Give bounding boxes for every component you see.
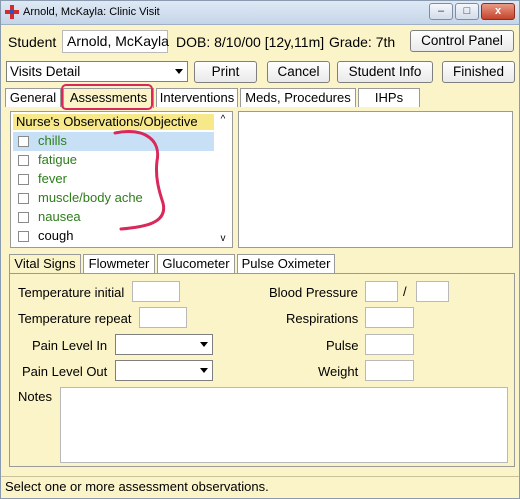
restore-button[interactable]: □ [455,3,479,20]
respirations-input[interactable] [365,307,414,328]
annotation-bracket [113,130,166,231]
cancel-button[interactable]: Cancel [267,61,330,83]
checkbox[interactable] [18,193,29,204]
blood-pressure-systolic-input[interactable] [365,281,398,302]
assessments-tab-highlight [61,84,153,110]
clinic-visit-window: Arnold, McKayla: Clinic Visit – □ x Stud… [0,0,520,499]
tab-meds-procedures[interactable]: Meds, Procedures [240,88,356,107]
view-select-value: Visits Detail [10,64,81,79]
blood-pressure-label: Blood Pressure [269,285,358,300]
minimize-button[interactable]: – [429,3,453,20]
tab-ihps[interactable]: IHPs [358,88,420,107]
observation-label: fever [38,171,67,186]
observation-label: nausea [38,209,81,224]
respirations-label: Respirations [286,311,359,326]
checkbox[interactable] [18,155,29,166]
tab-flowmeter[interactable]: Flowmeter [83,254,155,273]
app-cross-icon [5,5,19,19]
blood-pressure-diastolic-input[interactable] [416,281,449,302]
finished-button[interactable]: Finished [442,61,515,83]
control-panel-button[interactable]: Control Panel [410,30,514,52]
pain-level-out-label: Pain Level Out [22,364,108,379]
temperature-repeat-label: Temperature repeat [18,311,132,326]
observation-label: cough [38,228,74,243]
dob-text: DOB: 8/10/00 [12y,11m] [176,34,325,50]
tab-vital-signs[interactable]: Vital Signs [9,254,81,274]
notes-label: Notes [18,389,52,404]
pulse-input[interactable] [365,334,414,355]
pulse-label: Pulse [326,338,359,353]
student-info-button[interactable]: Student Info [337,61,433,83]
close-button[interactable]: x [481,3,515,20]
weight-input[interactable] [365,360,414,381]
temperature-repeat-input[interactable] [139,307,187,328]
temperature-initial-label: Temperature initial [18,285,125,300]
tab-interventions[interactable]: Interventions [156,88,238,107]
chevron-down-icon [200,368,208,373]
student-name-field: Arnold, McKayla [62,30,169,53]
checkbox[interactable] [18,136,29,147]
view-select[interactable]: Visits Detail [6,61,188,82]
scroll-down-icon[interactable]: v [215,232,231,246]
window-title: Arnold, McKayla: Clinic Visit [23,6,160,18]
checkbox[interactable] [18,212,29,223]
tab-pulse-oximeter[interactable]: Pulse Oximeter [237,254,335,273]
chevron-down-icon [200,342,208,347]
title-bar: Arnold, McKayla: Clinic Visit – □ x [1,1,519,25]
bp-separator: / [403,284,407,299]
observations-scrollbar[interactable]: ^ v [215,113,231,246]
temperature-initial-input[interactable] [132,281,180,302]
vital-signs-panel: Temperature initial Temperature repeat P… [9,273,515,467]
observation-label: fatigue [38,152,78,167]
vitals-tabs: Vital Signs Flowmeter Glucometer Pulse O… [9,254,515,274]
status-bar: Select one or more assessment observatio… [1,476,519,498]
print-button[interactable]: Print [194,61,257,83]
scroll-up-icon[interactable]: ^ [215,113,231,127]
observation-label: chills [38,133,67,148]
student-label: Student [8,34,57,50]
weight-label: Weight [318,364,359,379]
tab-glucometer[interactable]: Glucometer [157,254,235,273]
observation-detail-panel[interactable] [238,111,513,248]
pain-level-out-select[interactable] [115,360,213,381]
grade-text: Grade: 7th [329,34,396,50]
notes-textarea[interactable] [60,387,508,463]
pain-level-in-label: Pain Level In [32,338,108,353]
checkbox[interactable] [18,174,29,185]
checkbox[interactable] [18,231,29,242]
tab-general[interactable]: General [5,88,61,107]
pain-level-in-select[interactable] [115,334,213,355]
chevron-down-icon [175,69,183,74]
